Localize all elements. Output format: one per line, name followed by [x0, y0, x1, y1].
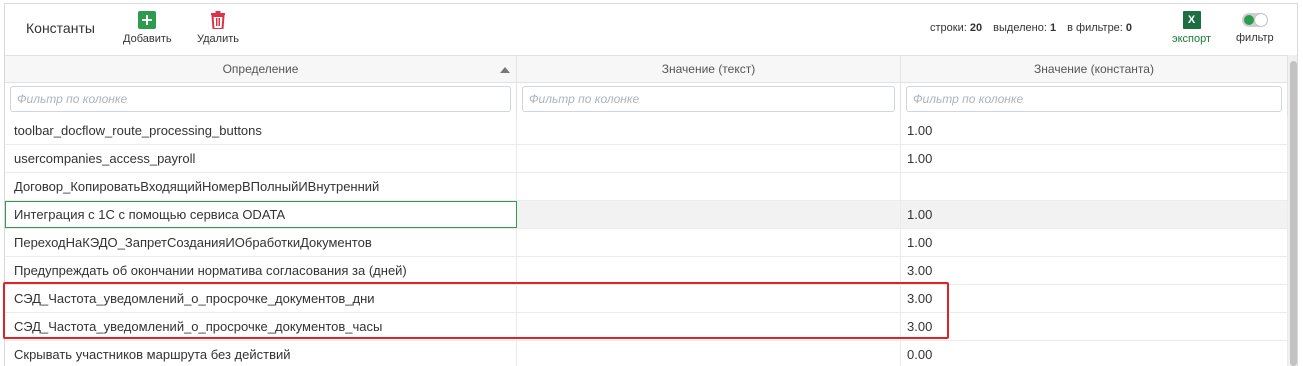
table-row[interactable]: usercompanies_access_payroll 1.00 [5, 145, 1288, 173]
cell-text-value[interactable] [517, 117, 901, 144]
cell-definition[interactable]: Интеграция с 1С с помощью сервиса ODATA [5, 201, 517, 228]
cell-text-value[interactable] [517, 145, 901, 172]
column-header-label: Значение (константа) [1034, 62, 1154, 76]
column-header-definition[interactable]: Определение [5, 55, 517, 83]
cell-definition[interactable]: Договор_КопироватьВходящийНомерВПолныйИВ… [5, 173, 517, 200]
cell-text-value[interactable] [517, 285, 901, 312]
grid-stats: строки: 20 выделено: 1 в фильтре: 0 [930, 22, 1132, 34]
table-row[interactable]: СЭД_Частота_уведомлений_о_просрочке_доку… [5, 285, 1288, 313]
plus-icon [138, 11, 157, 29]
cell-constant-value[interactable]: 1.00 [901, 229, 1288, 256]
table-row[interactable]: Предупреждать об окончании норматива сог… [5, 257, 1288, 285]
export-button-label: экспорт [1172, 33, 1212, 45]
cell-constant-value[interactable]: 3.00 [901, 257, 1288, 284]
rows-count-value: 20 [969, 22, 983, 34]
cell-text-value[interactable] [517, 229, 901, 256]
filter-input-constant-value[interactable] [906, 86, 1282, 112]
cell-definition[interactable]: СЭД_Частота_уведомлений_о_просрочке_доку… [5, 285, 517, 312]
sort-ascending-icon [500, 67, 510, 73]
table-row-selected[interactable]: Интеграция с 1С с помощью сервиса ODATA … [5, 201, 1288, 229]
table-row[interactable]: toolbar_docflow_route_processing_buttons… [5, 117, 1288, 145]
column-header-label: Значение (текст) [661, 62, 756, 76]
column-header-constant-value[interactable]: Значение (константа) [901, 55, 1288, 83]
filter-input-definition[interactable] [10, 86, 511, 112]
scrollbar-thumb[interactable] [1290, 61, 1297, 366]
column-header-label: Определение [222, 62, 299, 76]
cell-constant-value[interactable] [901, 173, 1288, 200]
table-row[interactable]: Договор_КопироватьВходящийНомерВПолныйИВ… [5, 173, 1288, 201]
trash-icon [211, 11, 225, 29]
filtered-count-value: 0 [1125, 22, 1133, 34]
rows-count-label: строки: [930, 22, 967, 34]
cell-constant-value[interactable]: 0.00 [901, 341, 1288, 366]
selected-count-value: 1 [1049, 22, 1057, 34]
constants-panel: Константы Добавить Удалить строки: 20 вы… [4, 3, 1298, 366]
cell-definition[interactable]: Скрывать участников маршрута без действи… [5, 341, 517, 366]
export-button[interactable]: X экспорт [1172, 11, 1211, 45]
selected-count-label: выделено: [993, 22, 1047, 34]
cell-constant-value[interactable]: 1.00 [901, 117, 1288, 144]
table-row[interactable]: ПереходНаКЭДО_ЗапретСозданияИОбработкиДо… [5, 229, 1288, 257]
cell-constant-value[interactable]: 1.00 [901, 145, 1288, 172]
cell-definition[interactable]: СЭД_Частота_уведомлений_о_просрочке_доку… [5, 313, 517, 340]
excel-icon: X [1182, 11, 1201, 29]
cell-text-value[interactable] [517, 341, 901, 366]
cell-text-value[interactable] [517, 313, 901, 340]
filter-cell-definition [5, 83, 517, 117]
filter-input-text-value[interactable] [522, 86, 895, 112]
toggle-switch-icon [1241, 13, 1268, 27]
cell-text-value[interactable] [517, 173, 901, 200]
panel-title: Константы [26, 20, 95, 36]
filter-toggle-label: фильтр [1236, 32, 1274, 44]
cell-constant-value[interactable]: 3.00 [901, 313, 1288, 340]
table-row[interactable]: СЭД_Частота_уведомлений_о_просрочке_доку… [5, 313, 1288, 341]
cell-definition[interactable]: Предупреждать об окончании норматива сог… [5, 257, 517, 284]
cell-text-value[interactable] [517, 257, 901, 284]
table-row[interactable]: Скрывать участников маршрута без действи… [5, 341, 1288, 366]
filter-cell-constant-value [901, 83, 1288, 117]
toolbar: Константы Добавить Удалить строки: 20 вы… [5, 4, 1297, 55]
delete-button-label: Удалить [197, 33, 239, 45]
add-button-label: Добавить [123, 33, 172, 45]
cell-definition[interactable]: ПереходНаКЭДО_ЗапретСозданияИОбработкиДо… [5, 229, 517, 256]
filter-toggle[interactable]: фильтр [1236, 11, 1274, 44]
vertical-scrollbar[interactable] [1288, 55, 1297, 366]
cell-definition[interactable]: toolbar_docflow_route_processing_buttons [5, 117, 517, 144]
cell-definition[interactable]: usercompanies_access_payroll [5, 145, 517, 172]
cell-constant-value[interactable]: 1.00 [901, 201, 1288, 228]
cell-text-value[interactable] [517, 201, 901, 228]
add-button[interactable]: Добавить [123, 11, 172, 45]
cell-constant-value[interactable]: 3.00 [901, 285, 1288, 312]
filter-cell-text-value [517, 83, 901, 117]
column-header-text-value[interactable]: Значение (текст) [517, 55, 901, 83]
filtered-count-label: в фильтре: [1067, 22, 1123, 34]
delete-button[interactable]: Удалить [197, 11, 239, 45]
